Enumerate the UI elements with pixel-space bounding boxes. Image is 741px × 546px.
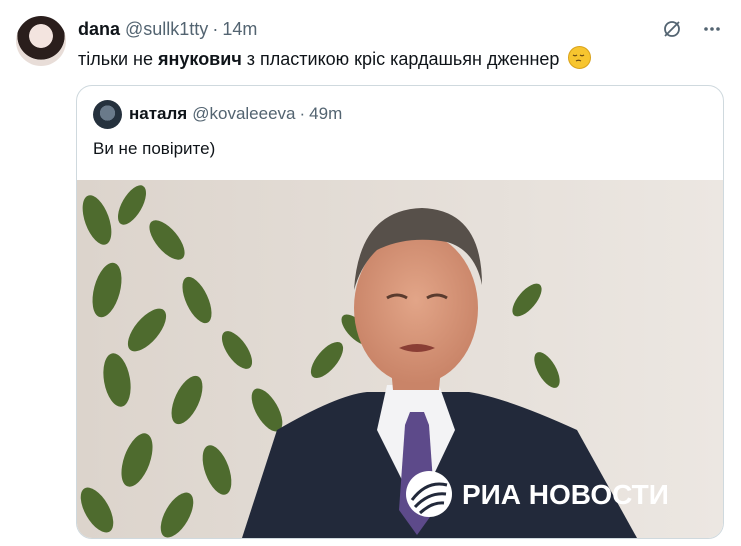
quote-author-avatar[interactable] bbox=[93, 100, 122, 129]
tweet[interactable]: dana @sullk1tty · 14m тільки не янукович… bbox=[0, 0, 741, 546]
author-handle[interactable]: @sullk1tty bbox=[125, 19, 208, 40]
separator-dot: · bbox=[212, 18, 219, 39]
quote-header: наталя @kovaleeeva · 49m bbox=[129, 104, 342, 124]
quote-text: Ви не повірите) bbox=[93, 139, 216, 158]
author-avatar[interactable] bbox=[16, 16, 66, 66]
separator-dot: · bbox=[299, 104, 306, 123]
more-icon[interactable] bbox=[701, 18, 723, 40]
tweet-text-end: з пластикою кріс кардашьян дженнер bbox=[246, 49, 560, 69]
quoted-tweet[interactable]: наталя @kovaleeeva · 49m Ви не повірите) bbox=[76, 85, 724, 539]
author-name[interactable]: dana bbox=[78, 19, 120, 40]
pensive-face-icon bbox=[568, 46, 592, 69]
tweet-text-start: тільки не bbox=[78, 49, 154, 69]
ria-logo-icon bbox=[406, 471, 452, 517]
quote-author-name[interactable]: наталя bbox=[129, 104, 187, 124]
quote-time[interactable]: 49m bbox=[309, 104, 342, 124]
tweet-header: dana @sullk1tty · 14m bbox=[78, 18, 257, 40]
grok-icon[interactable] bbox=[661, 18, 683, 40]
tweet-text-bold: янукович bbox=[158, 49, 242, 69]
quote-author-handle[interactable]: @kovaleeeva bbox=[192, 104, 295, 124]
tweet-actions bbox=[661, 18, 723, 40]
media-watermark: РИА НОВОСТИ bbox=[462, 479, 669, 510]
tweet-time[interactable]: 14m bbox=[222, 19, 257, 40]
quote-media-image[interactable]: РИА НОВОСТИ bbox=[77, 180, 723, 538]
tweet-text: тільки не янукович з пластикою кріс кард… bbox=[78, 46, 592, 71]
